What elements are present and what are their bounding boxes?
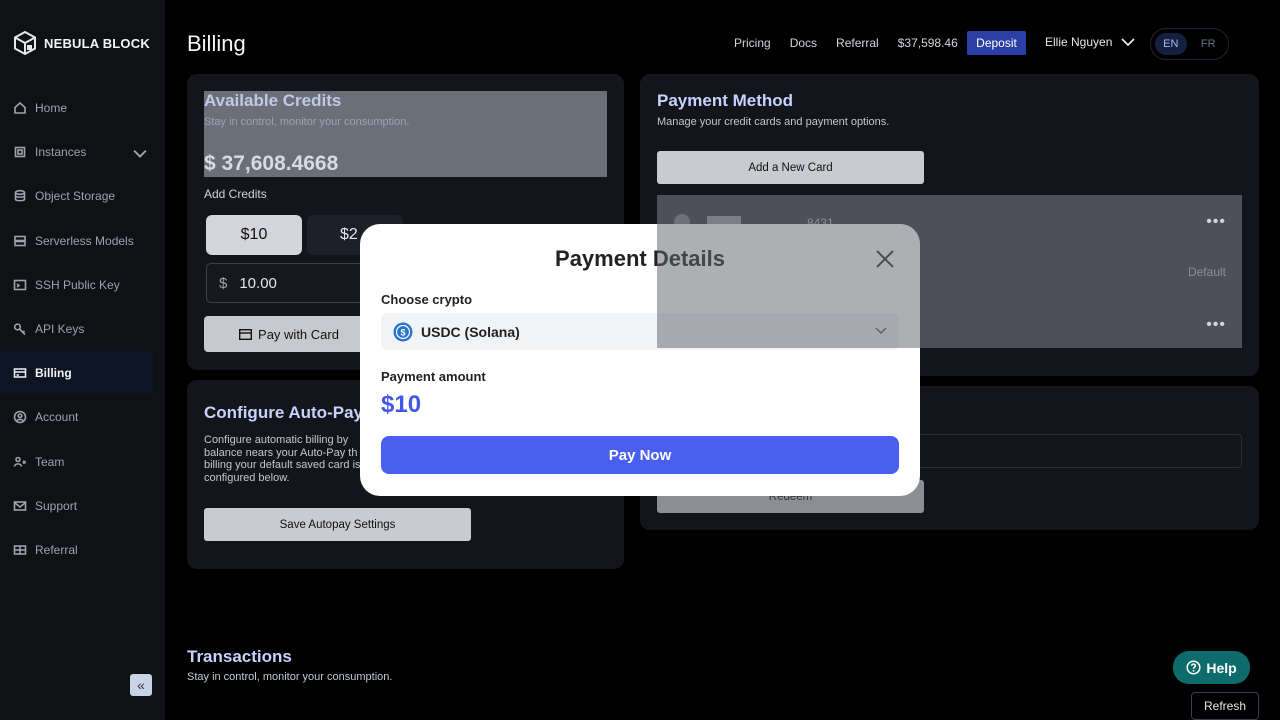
sidebar-item-serverless-models[interactable]: Serverless Models (0, 219, 165, 263)
card-menu-icon[interactable]: ••• (1206, 213, 1226, 231)
help-label: Help (1206, 659, 1237, 676)
help-icon (1186, 660, 1201, 675)
payment-method-title: Payment Method (657, 91, 794, 110)
gift-icon (13, 545, 27, 555)
autopay-description: Configure automatic billing by balance n… (204, 434, 361, 484)
brand-name: NEBULA BLOCK (44, 35, 150, 51)
deposit-button[interactable]: Deposit (967, 31, 1026, 55)
key-icon (13, 323, 26, 336)
brand[interactable]: NEBULA BLOCK (12, 30, 150, 56)
card-menu-icon[interactable]: ••• (1206, 316, 1226, 334)
page-title: Billing (187, 31, 246, 56)
sidebar-item-object-storage[interactable]: Object Storage (0, 174, 165, 218)
sidebar-item-support[interactable]: Support (0, 484, 165, 528)
sidebar-item-label: Home (35, 101, 68, 116)
user-name[interactable]: Ellie Nguyen (1045, 35, 1112, 49)
sidebar-item-label: Account (35, 410, 79, 425)
sidebar: NEBULA BLOCK Home Instances Object Stora… (0, 0, 165, 720)
add-credits-label: Add Credits (204, 187, 267, 201)
language-option-en[interactable]: EN (1155, 33, 1187, 55)
sidebar-item-label: Instances (35, 145, 87, 160)
sidebar-item-label: API Keys (35, 322, 85, 337)
language-switcher: EN FR (1150, 28, 1229, 60)
payment-amount-label: Payment amount (381, 369, 486, 384)
sidebar-item-billing[interactable]: Billing (0, 351, 153, 396)
nebula-logo-icon (14, 30, 36, 56)
selected-crypto: USDC (Solana) (421, 323, 520, 340)
add-new-card-button[interactable]: Add a New Card (657, 151, 924, 184)
chevron-down-icon[interactable] (133, 146, 147, 160)
sidebar-item-label: Team (35, 454, 65, 469)
credit-amount: $ 37,608.4668 (204, 152, 339, 175)
modal-title: Payment Details (555, 246, 725, 271)
chip-icon (14, 146, 26, 158)
sidebar-item-label: Object Storage (35, 189, 116, 204)
amount-input-value: 10.00 (239, 274, 277, 292)
nav-link-referral[interactable]: Referral (836, 36, 879, 50)
database-icon (14, 190, 26, 202)
sidebar-item-referral[interactable]: Referral (0, 528, 165, 572)
mail-icon (13, 500, 27, 511)
transactions-subtitle: Stay in control, monitor your consumptio… (187, 671, 393, 683)
default-badge: Default (1187, 265, 1226, 279)
nav-link-pricing[interactable]: Pricing (734, 36, 771, 50)
transactions-title: Transactions (187, 647, 292, 666)
collapse-sidebar-button[interactable]: « (130, 674, 152, 696)
sidebar-item-account[interactable]: Account (0, 395, 165, 439)
save-autopay-button[interactable]: Save Autopay Settings (204, 508, 471, 541)
sidebar-item-api-keys[interactable]: API Keys (0, 307, 165, 351)
credits-title: Available Credits (204, 91, 342, 110)
sidebar-item-team[interactable]: Team (0, 440, 165, 484)
terminal-icon (13, 279, 27, 291)
refresh-button[interactable]: Refresh (1191, 692, 1259, 720)
language-option-fr[interactable]: FR (1193, 33, 1225, 55)
user-circle-icon (13, 411, 27, 424)
close-icon[interactable] (874, 248, 896, 270)
payment-amount: $10 (381, 391, 422, 418)
sidebar-item-label: Serverless Models (35, 233, 134, 248)
credits-subtitle: Stay in control, monitor your consumptio… (204, 116, 410, 128)
usdc-icon: $ (393, 322, 413, 341)
sidebar-item-home[interactable]: Home (0, 86, 165, 130)
top-nav: Pricing Docs Referral $37,598.46 (734, 32, 977, 54)
team-icon (13, 456, 27, 467)
crypto-select[interactable]: $ USDC (Solana) (381, 313, 899, 350)
credit-card-icon (239, 328, 253, 340)
help-button[interactable]: Help (1173, 651, 1250, 684)
pay-with-card-label: Pay with Card (258, 326, 339, 342)
card-icon (13, 368, 27, 379)
sidebar-nav: Home Instances Object Storage Serverless… (0, 86, 165, 572)
balance-display: $37,598.46 (897, 36, 958, 50)
chevron-down-icon[interactable] (1120, 36, 1136, 48)
autopay-title: Configure Auto-Pay (204, 403, 363, 422)
sidebar-item-label: SSH Public Key (35, 277, 120, 292)
choose-crypto-label: Choose crypto (381, 292, 473, 307)
pay-now-button[interactable]: Pay Now (381, 436, 899, 474)
sidebar-item-instances[interactable]: Instances (0, 130, 165, 174)
sidebar-item-label: Support (35, 498, 78, 513)
pay-with-card-button[interactable]: Pay with Card (204, 316, 374, 352)
amount-option-10[interactable]: $10 (206, 215, 302, 255)
chevron-down-icon (875, 327, 887, 334)
double-chevron-left-icon: « (137, 677, 145, 693)
nav-link-docs[interactable]: Docs (790, 36, 817, 50)
server-icon (14, 235, 26, 246)
currency-symbol: $ (219, 274, 228, 292)
sidebar-item-label: Referral (35, 542, 78, 557)
home-icon (14, 102, 26, 114)
sidebar-item-label: Billing (35, 366, 72, 381)
payment-details-modal: Payment Details Choose crypto $ USDC (So… (360, 224, 920, 496)
sidebar-item-ssh-public-key[interactable]: SSH Public Key (0, 263, 165, 307)
svg-text:$: $ (400, 327, 405, 337)
payment-method-subtitle: Manage your credit cards and payment opt… (657, 116, 890, 128)
